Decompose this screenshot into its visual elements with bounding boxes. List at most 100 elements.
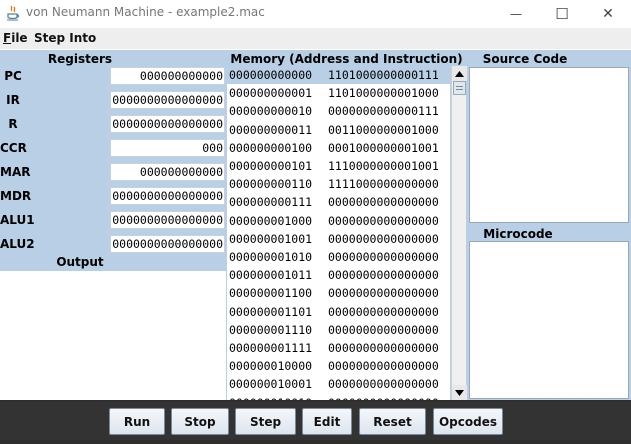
memory-row[interactable]: 000000001000 0000000000000000 xyxy=(227,212,450,230)
minimize-icon: — xyxy=(510,7,522,21)
menu-file-label: ile xyxy=(11,31,28,45)
memory-address: 000000001010 xyxy=(229,250,313,264)
output-area[interactable] xyxy=(0,271,226,400)
step-button[interactable]: Step xyxy=(235,408,296,435)
memory-address: 000000000001 xyxy=(229,86,313,101)
memory-address: 000000000110 xyxy=(229,177,313,192)
register-row-mdr: MDR 0000000000000000 xyxy=(0,186,226,206)
memory-address: 000000000111 xyxy=(229,195,313,210)
reset-button[interactable]: Reset xyxy=(359,408,426,435)
register-label: IR xyxy=(6,93,20,107)
memory-row[interactable]: 000000000000 1101000000000111 xyxy=(227,66,450,84)
output-header: Output xyxy=(56,255,104,269)
memory-address: 000000000000 xyxy=(229,68,313,82)
register-value-ccr[interactable]: 000 xyxy=(110,139,225,157)
opcodes-button[interactable]: Opcodes xyxy=(433,408,503,435)
memory-row[interactable]: 000000000101 1110000000001001 xyxy=(227,157,450,175)
memory-row[interactable]: 000000001111 0000000000000000 xyxy=(227,339,450,357)
register-label: R xyxy=(8,117,18,131)
memory-row[interactable]: 000000001011 0000000000000000 xyxy=(227,266,450,284)
register-value-alu1[interactable]: 0000000000000000 xyxy=(110,211,225,229)
register-row-ccr: CCR 000 xyxy=(0,138,226,158)
memory-row[interactable]: 000000000110 1111000000000000 xyxy=(227,175,450,193)
stop-button[interactable]: Stop xyxy=(171,408,229,435)
memory-address: 000000001111 xyxy=(229,341,313,355)
memory-address: 000000000101 xyxy=(229,159,313,173)
memory-row[interactable]: 000000010000 0000000000000000 xyxy=(227,357,450,375)
memory-row[interactable]: 000000000100 0001000000001001 xyxy=(227,139,450,157)
register-row-pc: PC 000000000000 xyxy=(0,66,226,86)
source-code-panel: Source Code xyxy=(467,50,631,226)
arrow-up-icon xyxy=(455,70,464,77)
memory-instruction: 0000000000000000 xyxy=(328,286,439,301)
memory-row[interactable]: 000000000010 0000000000000111 xyxy=(227,102,450,120)
memory-instruction: 0000000000000111 xyxy=(328,104,439,119)
register-row-mar: MAR 000000000000 xyxy=(0,162,226,182)
memory-address: 000000010001 xyxy=(229,377,313,392)
arrow-down-icon xyxy=(455,389,464,396)
memory-instruction: 0011000000001000 xyxy=(328,122,439,137)
memory-row[interactable]: 000000000111 0000000000000000 xyxy=(227,193,450,211)
memory-instruction: 0000000000000000 xyxy=(328,268,439,283)
register-row-alu1: ALU1 0000000000000000 xyxy=(0,210,226,230)
source-code-header: Source Code xyxy=(482,52,568,66)
memory-instruction: 1110000000001001 xyxy=(328,159,439,173)
memory-list[interactable]: 000000000000 1101000000000111 000000000001… xyxy=(227,66,450,400)
minimize-button[interactable]: — xyxy=(493,0,539,28)
register-row-ir: IR 0000000000000000 xyxy=(0,90,226,110)
memory-instruction: 0000000000000000 xyxy=(328,231,439,246)
memory-instruction: 1101000000001000 xyxy=(328,86,439,101)
microcode-area[interactable] xyxy=(469,241,629,399)
memory-row[interactable]: 000000001001 0000000000000000 xyxy=(227,230,450,248)
memory-row[interactable]: 000000001010 0000000000000000 xyxy=(227,248,450,266)
maximize-icon: ☐ xyxy=(555,5,569,23)
memory-row[interactable]: 000000001100 0000000000000000 xyxy=(227,284,450,302)
menu-file-mnemonic: F xyxy=(3,31,12,45)
window-title: von Neumann Machine - example2.mac xyxy=(26,5,265,19)
register-value-r[interactable]: 0000000000000000 xyxy=(110,115,225,133)
memory-scrollbar[interactable] xyxy=(451,66,467,400)
memory-instruction: 0000000000000000 xyxy=(328,377,439,392)
register-value-ir[interactable]: 0000000000000000 xyxy=(110,91,225,109)
register-label: MAR xyxy=(0,165,31,179)
memory-address: 000000001001 xyxy=(229,231,313,246)
register-value-mdr[interactable]: 0000000000000000 xyxy=(110,187,225,205)
edit-button[interactable]: Edit xyxy=(302,408,352,435)
memory-instruction: 1101000000000111 xyxy=(328,68,439,82)
register-label: CCR xyxy=(0,141,27,155)
memory-address: 000000000010 xyxy=(229,104,313,119)
microcode-panel: Microcode xyxy=(467,226,631,400)
register-value-mar[interactable]: 000000000000 xyxy=(110,163,225,181)
memory-header: Memory (Address and Instruction) xyxy=(230,52,463,66)
memory-address: 000000001000 xyxy=(229,213,313,228)
memory-instruction: 0000000000000000 xyxy=(328,304,439,319)
scroll-down-button[interactable] xyxy=(452,385,467,400)
maximize-button[interactable]: ☐ xyxy=(539,0,585,28)
main-area: Registers PC 000000000000 IR 00000000000000… xyxy=(0,50,631,400)
menu-bar: File Step Into xyxy=(0,28,631,49)
registers-panel: Registers PC 000000000000 IR 00000000000000… xyxy=(0,50,226,271)
memory-instruction: 1111000000000000 xyxy=(328,177,439,192)
source-code-area[interactable] xyxy=(469,67,629,223)
close-button[interactable]: ✕ xyxy=(585,0,631,28)
menu-step-into[interactable]: Step Into xyxy=(34,31,96,45)
memory-row[interactable]: 000000010001 0000000000000000 xyxy=(227,375,450,393)
memory-address: 000000001101 xyxy=(229,304,313,319)
memory-panel: Memory (Address and Instruction) 0000000… xyxy=(226,50,467,400)
memory-row[interactable]: 000000001110 0000000000000000 xyxy=(227,321,450,339)
register-label: MDR xyxy=(0,189,32,203)
memory-address: 000000001011 xyxy=(229,268,313,283)
scroll-thumb[interactable] xyxy=(453,81,466,95)
memory-address: 000000000011 xyxy=(229,122,313,137)
memory-row[interactable]: 000000000011 0011000000001000 xyxy=(227,121,450,139)
memory-row[interactable]: 000000000001 1101000000001000 xyxy=(227,84,450,102)
register-value-alu2[interactable]: 0000000000000000 xyxy=(110,235,225,253)
register-row-alu2: ALU2 0000000000000000 xyxy=(0,234,226,254)
menu-file[interactable]: File xyxy=(3,31,28,45)
memory-row[interactable]: 000000001101 0000000000000000 xyxy=(227,303,450,321)
memory-address: 000000001100 xyxy=(229,286,313,301)
register-label: PC xyxy=(4,69,22,83)
register-value-pc[interactable]: 000000000000 xyxy=(110,67,225,85)
run-button[interactable]: Run xyxy=(109,408,165,435)
scroll-up-button[interactable] xyxy=(452,66,467,81)
